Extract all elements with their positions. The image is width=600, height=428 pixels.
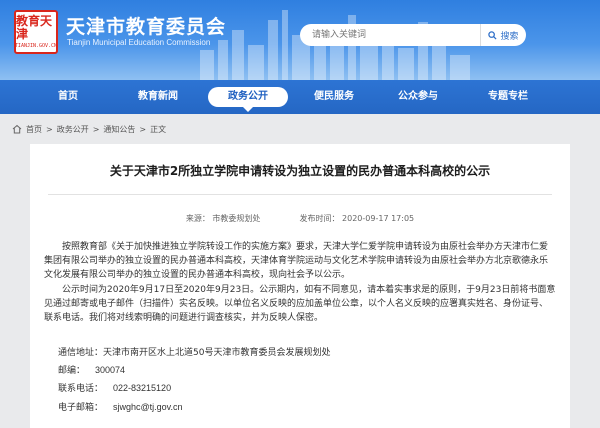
article-meta: 来源： 市教委规划处 发布时间： 2020-09-17 17:05	[30, 213, 570, 224]
logo-text: 教育天津	[16, 14, 53, 41]
contact-label: 电子邮箱：	[58, 403, 104, 413]
breadcrumb-item-notices[interactable]: 通知公告	[103, 124, 135, 135]
contact-value: 022-83215120	[113, 383, 172, 393]
active-nav-indicator	[243, 107, 253, 112]
nav-item-public-participation[interactable]: 公众参与	[378, 87, 458, 107]
contact-value[interactable]: sjwghc@tj.gov.cn	[113, 402, 183, 412]
article-title: 关于天津市2所独立学院申请转设为独立设置的民办普通本科高校的公示	[109, 164, 491, 178]
nav-item-government-affairs[interactable]: 政务公开	[208, 87, 288, 107]
search-button[interactable]: 搜索	[480, 24, 526, 46]
breadcrumb-separator: >	[139, 124, 147, 134]
contact-address: 通信地址：天津市南开区水上北道50号天津市教育委员会发展规划处	[58, 346, 558, 360]
title-divider	[48, 194, 552, 195]
search-input[interactable]	[300, 24, 480, 46]
contact-label: 联系电话：	[58, 384, 104, 394]
article-paragraph: 公示时间为2020年9月17日至2020年9月23日。公示期内，如有不同意见，请…	[44, 285, 556, 323]
contact-value: 天津市南开区水上北道50号天津市教育委员会发展规划处	[103, 348, 331, 358]
site-subtitle: Tianjin Municipal Education Commission	[67, 38, 211, 47]
contact-value: 300074	[95, 365, 126, 375]
contact-phone: 联系电话： 022-83215120	[58, 381, 558, 396]
site-header: 教育天津 TIANJIN.GOV.CN 天津市教育委员会 Tianjin Mun…	[0, 0, 600, 80]
nav-item-special-topics[interactable]: 专题专栏	[468, 87, 548, 107]
article-source: 来源： 市教委规划处	[185, 214, 261, 223]
logo-subtext: TIANJIN.GOV.CN	[14, 43, 58, 49]
breadcrumb-separator: >	[92, 124, 100, 134]
search-icon	[488, 30, 498, 40]
article-date: 发布时间： 2020-09-17 17:05	[299, 214, 415, 223]
breadcrumb-item-current: 正文	[150, 124, 167, 134]
article-body: 按照教育部《关于加快推进独立学院转设工作的实施方案》要求，天津大学仁爱学院申请转…	[44, 240, 556, 326]
article-paragraph: 按照教育部《关于加快推进独立学院转设工作的实施方案》要求，天津大学仁爱学院申请转…	[44, 242, 549, 280]
search-button-label: 搜索	[500, 31, 519, 42]
breadcrumb-item-home[interactable]: 首页	[26, 124, 42, 135]
breadcrumb: 首页 > 政务公开 > 通知公告 > 正文	[0, 114, 600, 144]
article-panel: 关于天津市2所独立学院申请转设为独立设置的民办普通本科高校的公示 来源： 市教委…	[30, 144, 570, 428]
contact-label: 邮编：	[58, 366, 86, 376]
nav-item-home[interactable]: 首页	[28, 87, 108, 107]
main-nav: 首页 教育新闻 政务公开 便民服务 公众参与 专题专栏	[0, 80, 600, 114]
contact-label: 通信地址：	[58, 348, 104, 358]
nav-item-education-news[interactable]: 教育新闻	[118, 87, 198, 107]
contact-email: 电子邮箱： sjwghc@tj.gov.cn	[58, 400, 558, 415]
site-title: 天津市教育委员会	[66, 16, 227, 38]
contact-postcode: 邮编： 300074	[58, 363, 558, 378]
nav-item-public-services[interactable]: 便民服务	[294, 87, 374, 107]
breadcrumb-item-government-affairs[interactable]: 政务公开	[57, 124, 89, 135]
site-logo[interactable]: 教育天津 TIANJIN.GOV.CN	[14, 10, 58, 54]
home-icon	[12, 124, 22, 134]
breadcrumb-separator: >	[46, 124, 53, 134]
